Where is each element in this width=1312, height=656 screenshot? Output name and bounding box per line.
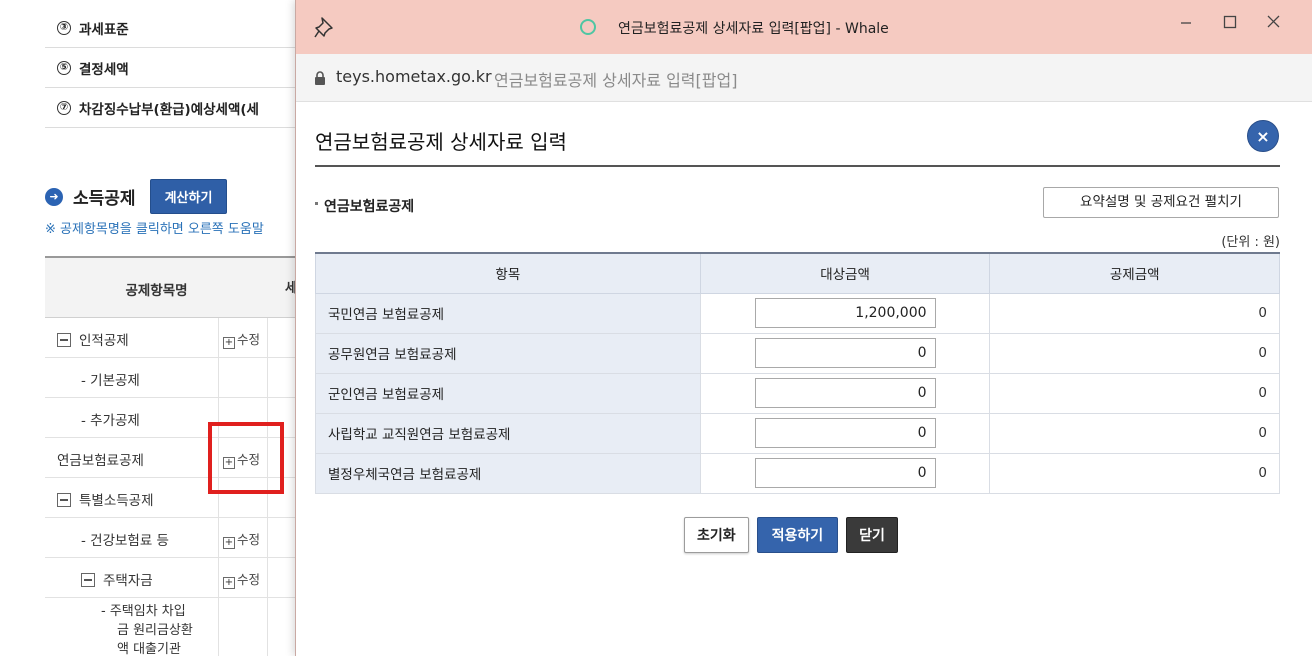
tax-row-tax-base: ③ 과세표준	[45, 8, 305, 48]
unit-label: (단위 : 원)	[1221, 235, 1280, 250]
circled-number: ⑤	[57, 60, 71, 75]
row-item-label: 사립학교 교직원연금 보험료공제	[315, 413, 701, 454]
url-host[interactable]: teys.hometax.go.kr	[336, 67, 492, 86]
edit-link[interactable]: + 수정	[223, 569, 260, 589]
tax-row-label: 결정세액	[79, 61, 129, 78]
table-row: 별정우체국연금 보험료공제 0	[315, 453, 1280, 494]
deduction-row-personal[interactable]: 인적공제 + 수정	[45, 318, 305, 358]
close-button[interactable]: 닫기	[846, 517, 898, 553]
collapse-icon[interactable]	[57, 493, 71, 507]
table-row: 사립학교 교직원연금 보험료공제 0	[315, 413, 1280, 454]
window-title: 연금보험료공제 상세자료 입력[팝업] - Whale	[618, 21, 889, 37]
deduction-amount: 0	[989, 293, 1280, 334]
deduction-row-basic[interactable]: - 기본공제	[45, 358, 305, 398]
pension-detail-table: 항목 대상금액 공제금액 국민연금 보험료공제 0 공무원연금 보험료공제 0 …	[315, 252, 1280, 494]
window-titlebar: 연금보험료공제 상세자료 입력[팝업] - Whale	[296, 0, 1312, 54]
circled-number: ⑦	[57, 100, 71, 115]
section-subtitle: 연금보험료공제	[315, 196, 414, 216]
deduction-amount: 0	[989, 373, 1280, 414]
calculate-button[interactable]: 계산하기	[149, 179, 228, 214]
table-row: 국민연금 보험료공제 0	[315, 293, 1280, 334]
tax-row-label: 차감징수납부(환급)예상세액(세	[79, 101, 259, 118]
highlight-box	[208, 422, 284, 494]
row-item-label: 국민연금 보험료공제	[315, 293, 701, 334]
popup-title: 연금보험료공제 상세자료 입력	[315, 130, 567, 154]
row-label[interactable]: 인적공제	[79, 333, 129, 349]
action-buttons: 초기화 적용하기 닫기	[684, 517, 898, 553]
section-title-income-deduction: ➜ 소득공제 계산하기	[45, 179, 228, 214]
bullet-icon	[315, 202, 318, 205]
tax-row-label: 과세표준	[79, 21, 129, 38]
table-header-row: 항목 대상금액 공제금액	[315, 252, 1280, 294]
row-label[interactable]: 주택자금	[103, 573, 153, 589]
reset-button[interactable]: 초기화	[684, 517, 749, 553]
plus-box-icon: +	[223, 537, 235, 549]
arrow-right-icon: ➜	[45, 187, 63, 206]
deduction-row-housing[interactable]: 주택자금 + 수정	[45, 558, 305, 598]
window-close-icon[interactable]	[1262, 10, 1286, 34]
lock-icon	[315, 71, 325, 85]
popup-window: 연금보험료공제 상세자료 입력[팝업] - Whale teys.hometax…	[295, 0, 1312, 656]
row-label-line[interactable]: 금 원리금상환	[101, 621, 193, 640]
title-divider	[315, 165, 1280, 167]
loading-icon	[580, 19, 596, 35]
table-row: 공무원연금 보험료공제 0	[315, 333, 1280, 374]
column-header-deduction-amount: 공제금액	[989, 252, 1280, 294]
tax-row-determined-tax: ⑤ 결정세액	[45, 48, 305, 88]
target-amount-input[interactable]	[754, 458, 936, 488]
collapse-icon[interactable]	[57, 333, 71, 347]
target-amount-input[interactable]	[754, 378, 936, 408]
row-label[interactable]: - 기본공제	[81, 369, 140, 389]
collapse-icon[interactable]	[81, 573, 95, 587]
deduction-row-health-insurance[interactable]: - 건강보험료 등 + 수정	[45, 518, 305, 558]
minimize-icon[interactable]	[1174, 10, 1198, 34]
target-amount-input[interactable]	[754, 338, 936, 368]
row-label[interactable]: 특별소득공제	[79, 493, 154, 509]
help-notice: ※ 공제항목명을 클릭하면 오른쪽 도움말	[45, 222, 264, 237]
row-item-label: 군인연금 보험료공제	[315, 373, 701, 414]
plus-box-icon: +	[223, 577, 235, 589]
row-item-label: 별정우체국연금 보험료공제	[315, 453, 701, 494]
row-item-label: 공무원연금 보험료공제	[315, 333, 701, 374]
maximize-icon[interactable]	[1218, 10, 1242, 34]
row-label-line[interactable]: - 주택임차 차입	[101, 602, 193, 621]
column-header-item-name: 공제항목명	[125, 283, 188, 299]
row-label[interactable]: - 건강보험료 등	[81, 529, 169, 549]
table-row: 군인연금 보험료공제 0	[315, 373, 1280, 414]
deduction-row-housing-loan[interactable]: - 주택임차 차입 금 원리금상환 액 대출기관	[45, 598, 305, 656]
edit-link[interactable]: + 수정	[223, 529, 260, 549]
tax-row-expected-tax: ⑦ 차감징수납부(환급)예상세액(세	[45, 88, 305, 128]
close-icon[interactable]: ×	[1256, 127, 1269, 146]
section-label: 소득공제	[73, 189, 136, 209]
row-label[interactable]: - 추가공제	[81, 409, 140, 429]
deduction-table-header: 공제항목명 세	[45, 256, 305, 318]
pin-icon[interactable]	[314, 16, 334, 38]
circled-number: ③	[57, 20, 71, 35]
plus-box-icon: +	[223, 337, 235, 349]
popup-close-button[interactable]: ×	[1247, 120, 1279, 152]
target-amount-input[interactable]	[754, 298, 936, 328]
row-label-line[interactable]: 액 대출기관	[101, 640, 193, 656]
url-page-title: 연금보험료공제 상세자료 입력[팝업]	[494, 71, 738, 90]
edit-link[interactable]: + 수정	[223, 329, 260, 349]
target-amount-input[interactable]	[754, 418, 936, 448]
deduction-amount: 0	[989, 333, 1280, 374]
column-header-item: 항목	[315, 252, 701, 294]
deduction-amount: 0	[989, 453, 1280, 494]
column-header-target-amount: 대상금액	[699, 252, 991, 294]
address-bar[interactable]: teys.hometax.go.kr 연금보험료공제 상세자료 입력[팝업]	[296, 54, 1312, 102]
expand-summary-button[interactable]: 요약설명 및 공제요건 펼치기	[1043, 187, 1279, 218]
row-label[interactable]: 연금보험료공제	[57, 449, 144, 469]
apply-button[interactable]: 적용하기	[756, 517, 839, 553]
deduction-amount: 0	[989, 413, 1280, 454]
